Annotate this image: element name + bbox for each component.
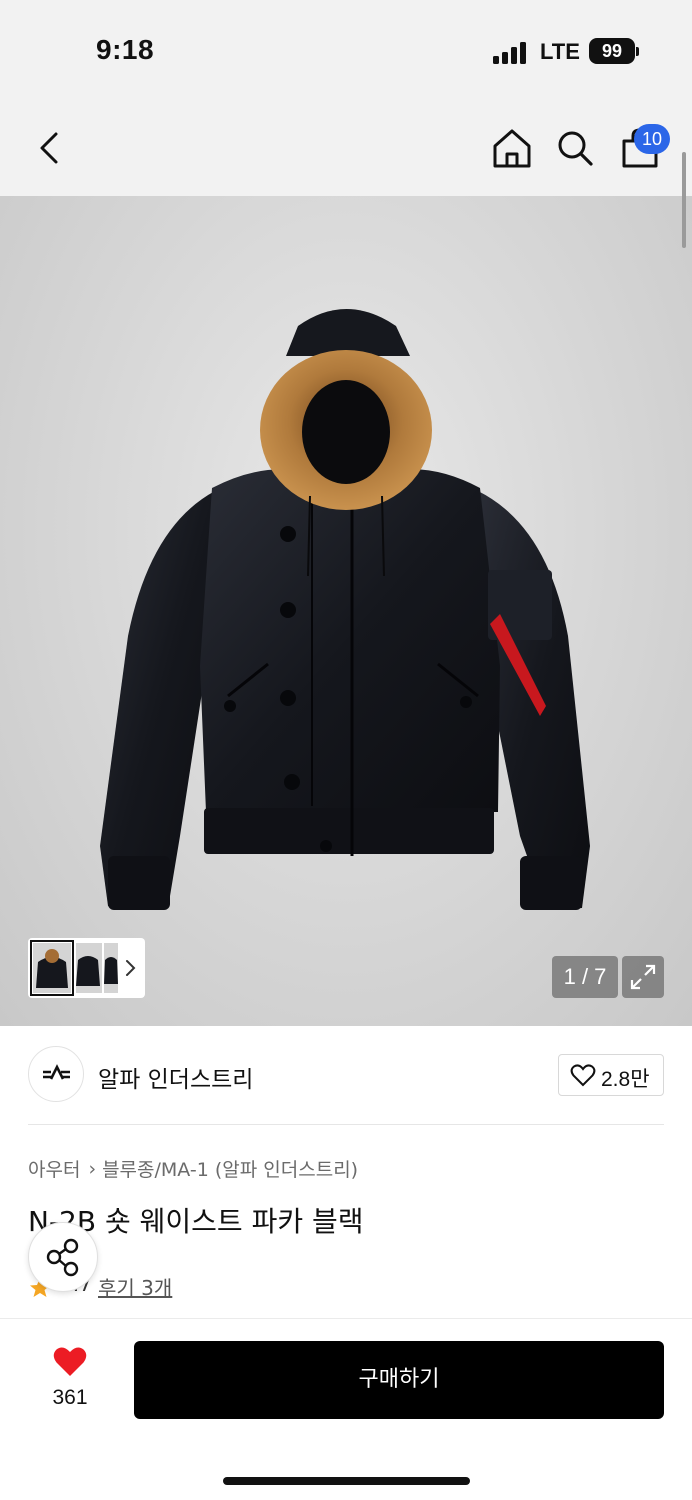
search-button[interactable] bbox=[551, 124, 599, 172]
divider bbox=[28, 1124, 664, 1125]
heart-outline-icon bbox=[570, 1064, 596, 1087]
home-icon bbox=[493, 129, 531, 168]
brand-like-count: 2.8만 bbox=[601, 1068, 650, 1091]
buy-button[interactable]: 구매하기 bbox=[134, 1341, 664, 1419]
brand-logo[interactable] bbox=[28, 1046, 84, 1102]
status-bar: 9:18 LTE 99 bbox=[0, 0, 692, 100]
share-button[interactable] bbox=[28, 1222, 98, 1292]
battery-icon: 99 bbox=[589, 38, 635, 64]
brand-like-button[interactable]: 2.8만 bbox=[558, 1054, 664, 1096]
breadcrumb-item-outer[interactable]: 아우터 bbox=[28, 1155, 80, 1182]
like-count: 361 bbox=[52, 1386, 88, 1409]
breadcrumb-item-category[interactable]: 블루종/MA-1 (알파 인더스트리) bbox=[102, 1155, 358, 1182]
top-nav-bar bbox=[0, 100, 692, 196]
thumbnail-strip[interactable] bbox=[28, 938, 145, 998]
signal-icon bbox=[493, 40, 529, 64]
product-image[interactable] bbox=[0, 196, 692, 1026]
expand-button[interactable] bbox=[622, 956, 664, 998]
expand-icon bbox=[630, 964, 656, 990]
status-time: 9:18 bbox=[96, 34, 155, 65]
breadcrumb: 아우터 › 블루종/MA-1 (알파 인더스트리) bbox=[28, 1155, 358, 1182]
network-type: LTE bbox=[540, 39, 580, 64]
alpha-industries-logo bbox=[43, 1064, 70, 1080]
chevron-right-icon bbox=[126, 960, 136, 976]
home-indicator[interactable] bbox=[223, 1477, 470, 1485]
brand-name[interactable]: 알파 인더스트리 bbox=[98, 1060, 253, 1094]
scroll-indicator[interactable] bbox=[682, 152, 686, 248]
chevron-left-icon bbox=[40, 132, 58, 164]
battery-nub bbox=[636, 47, 639, 56]
back-button[interactable] bbox=[26, 124, 74, 172]
chevron-right-icon: › bbox=[88, 1157, 97, 1180]
cart-count-badge: 10 bbox=[634, 124, 670, 154]
heart-filled-icon[interactable] bbox=[52, 1346, 88, 1378]
review-link[interactable]: 후기 3개 bbox=[98, 1272, 172, 1301]
share-icon bbox=[46, 1238, 79, 1277]
jacket-image bbox=[100, 309, 590, 910]
home-button[interactable] bbox=[488, 124, 536, 172]
search-icon bbox=[558, 131, 593, 166]
image-counter: 1 / 7 bbox=[552, 956, 618, 998]
